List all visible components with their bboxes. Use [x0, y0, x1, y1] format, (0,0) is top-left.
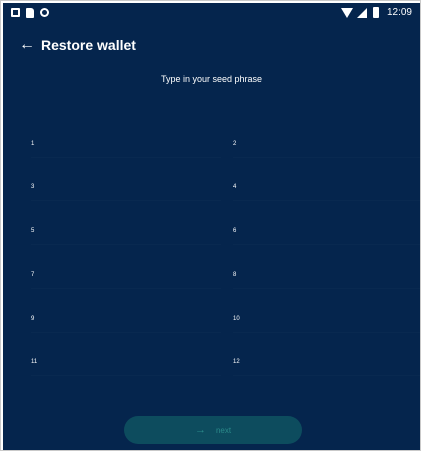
- seed-word-field-9: 9: [31, 308, 221, 333]
- status-left-icons: [11, 8, 49, 18]
- seed-word-input[interactable]: [247, 355, 417, 371]
- seed-word-input[interactable]: [45, 268, 215, 284]
- app-screen: 12:09 ← Restore wallet Type in your seed…: [3, 3, 420, 450]
- seed-word-input[interactable]: [45, 224, 215, 240]
- seed-word-number: 2: [233, 141, 237, 147]
- seed-word-field-11: 11: [31, 351, 221, 376]
- seed-word-field-8: 8: [233, 264, 420, 289]
- seed-word-field-5: 5: [31, 220, 221, 245]
- seed-word-input[interactable]: [45, 180, 215, 196]
- seed-word-row: 3 4: [3, 176, 420, 206]
- page-title: Restore wallet: [41, 37, 136, 53]
- seed-word-input[interactable]: [247, 268, 417, 284]
- back-button[interactable]: ←: [17, 35, 37, 55]
- seed-word-number: 7: [31, 272, 35, 278]
- seed-word-number: 4: [233, 184, 237, 190]
- seed-word-input[interactable]: [45, 137, 215, 153]
- wifi-icon: [340, 7, 353, 18]
- seed-word-input[interactable]: [45, 312, 215, 328]
- seed-phrase-instructions: Type in your seed phrase: [160, 74, 263, 84]
- next-button-label: next: [215, 425, 232, 435]
- seed-word-field-6: 6: [233, 220, 420, 245]
- seed-word-number: 3: [31, 184, 35, 190]
- battery-icon: [372, 7, 379, 18]
- status-clock: 12:09: [386, 7, 412, 18]
- next-button[interactable]: → next: [124, 416, 302, 444]
- seed-word-number: 8: [233, 272, 237, 278]
- seed-word-number: 6: [233, 228, 237, 234]
- seed-word-row: 5 6: [3, 220, 420, 250]
- seed-word-number: 9: [31, 316, 35, 322]
- seed-word-row: 11 12: [3, 351, 420, 381]
- seed-word-number: 1: [31, 141, 35, 147]
- sd-card-icon: [26, 8, 34, 18]
- seed-word-field-10: 10: [233, 308, 420, 333]
- seed-word-input[interactable]: [247, 312, 417, 328]
- seed-word-input[interactable]: [247, 180, 417, 196]
- seed-word-number: 11: [31, 359, 38, 365]
- seed-word-input[interactable]: [247, 137, 417, 153]
- arrow-left-icon: ←: [19, 36, 35, 53]
- seed-word-field-12: 12: [233, 351, 420, 376]
- seed-word-number: 5: [31, 228, 35, 234]
- seed-word-field-3: 3: [31, 176, 221, 201]
- sync-icon: [40, 8, 49, 17]
- notification-icon: [11, 8, 20, 17]
- arrow-right-icon: →: [194, 424, 206, 436]
- seed-word-input[interactable]: [45, 355, 215, 371]
- status-bar: 12:09: [3, 3, 420, 25]
- seed-word-number: 10: [233, 316, 240, 322]
- seed-word-input[interactable]: [247, 224, 417, 240]
- seed-word-field-4: 4: [233, 176, 420, 201]
- seed-word-field-1: 1: [31, 133, 221, 158]
- seed-word-field-7: 7: [31, 264, 221, 289]
- signal-icon: [356, 7, 367, 18]
- app-bar: ← Restore wallet: [3, 31, 420, 61]
- status-right: 12:09: [340, 7, 412, 18]
- device-frame: 12:09 ← Restore wallet Type in your seed…: [0, 0, 421, 451]
- seed-word-row: 1 2: [3, 133, 420, 163]
- seed-word-number: 12: [233, 359, 240, 365]
- seed-word-field-2: 2: [233, 133, 420, 158]
- seed-word-row: 9 10: [3, 308, 420, 338]
- seed-word-row: 7 8: [3, 264, 420, 294]
